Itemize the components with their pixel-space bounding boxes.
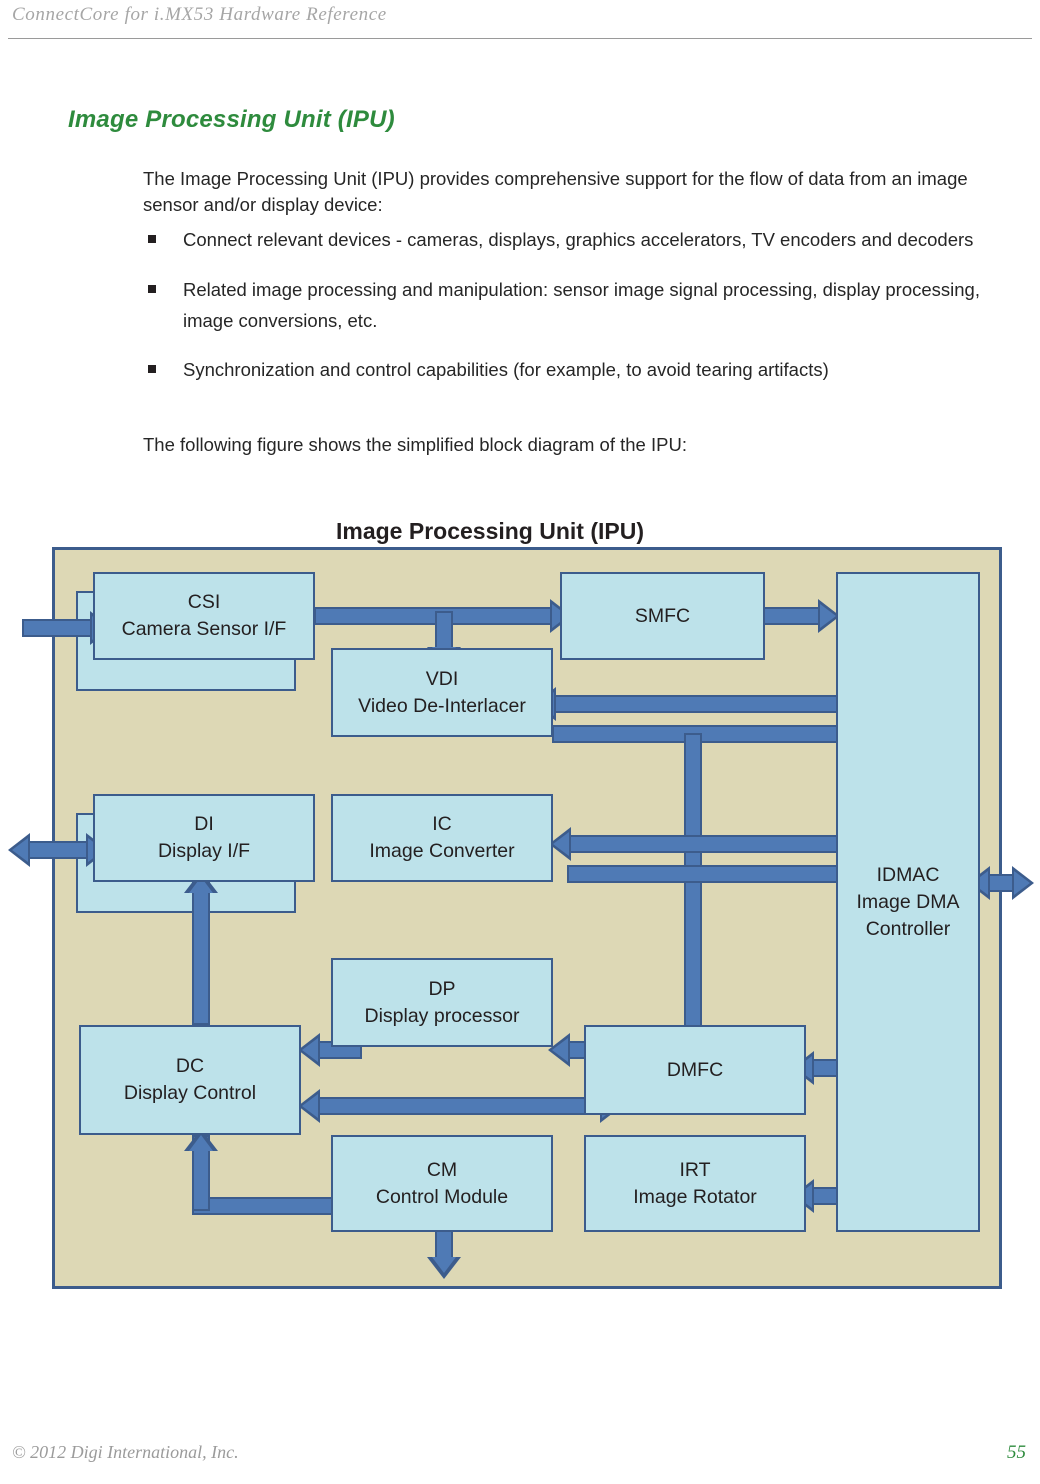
block-vdi-name: Video De-Interlacer (358, 694, 526, 717)
arrowhead-left (8, 833, 30, 867)
arrowhead-left (298, 1033, 320, 1067)
block-di-name: Display I/F (157, 840, 251, 862)
block-cm-name: Control Module (375, 1185, 509, 1208)
block-idmac-name-line2: Controller (865, 917, 951, 940)
block-dc-name: Display Control (123, 1082, 257, 1104)
list-item: Related image processing and manipulatio… (143, 274, 1023, 336)
block-dmfc[interactable]: DMFC (584, 1025, 806, 1115)
block-csi[interactable]: CSI Camera Sensor I/F (93, 572, 315, 660)
block-vdi[interactable]: VDI Video De-Interlacer (331, 648, 553, 737)
arrowhead-down (427, 1257, 461, 1279)
block-irt[interactable]: IRT Image Rotator (584, 1135, 806, 1232)
block-ic-abbr: IC (432, 813, 452, 835)
block-cm[interactable]: CM Control Module (331, 1135, 553, 1232)
arrow-dc-dmfc (314, 1097, 604, 1115)
block-csi-abbr: CSI (187, 591, 221, 613)
block-ic-name: Image Converter (369, 840, 515, 862)
figure-title: Image Processing Unit (IPU) (335, 518, 644, 544)
bullet-square-icon (148, 235, 156, 243)
section-heading: Image Processing Unit (IPU) (68, 106, 395, 133)
list-item-text: Related image processing and manipulatio… (183, 279, 980, 331)
arrow-idmac-to-ic (567, 835, 842, 853)
block-di[interactable]: DI Display I/F (93, 794, 315, 882)
header-divider (8, 38, 1032, 39)
list-item: Connect relevant devices - cameras, disp… (143, 224, 1023, 256)
arrow-external-to-csi (22, 619, 92, 637)
arrow-smfc-to-idmac (762, 607, 824, 625)
bullet-square-icon (148, 365, 156, 373)
block-dp-name: Display processor (364, 1004, 520, 1027)
copyright-notice: © 2012 Digi International, Inc. (12, 1442, 239, 1462)
list-item-text: Connect relevant devices - cameras, disp… (183, 229, 974, 250)
block-dc[interactable]: DC Display Control (79, 1025, 301, 1135)
block-ic[interactable]: IC Image Converter (331, 794, 553, 882)
block-vdi-abbr: VDI (425, 667, 459, 690)
figure-lead-in-text: The following figure shows the simplifie… (143, 434, 687, 455)
arrow-dc-to-di (192, 877, 210, 1025)
page-footer: © 2012 Digi International, Inc. 55 (0, 1436, 1040, 1476)
block-idmac-abbr: IDMAC (876, 863, 940, 886)
block-csi-name: Camera Sensor I/F (121, 618, 287, 640)
block-idmac-name-line1: Image DMA (856, 890, 960, 913)
page-number: 55 (1007, 1442, 1026, 1463)
block-irt-abbr: IRT (679, 1158, 711, 1181)
block-di-abbr: DI (194, 813, 214, 835)
block-dc-abbr: DC (175, 1055, 205, 1077)
arrowhead-left (298, 1089, 320, 1123)
bullet-square-icon (148, 285, 156, 293)
block-smfc[interactable]: SMFC (560, 572, 765, 660)
block-dp[interactable]: DP Display processor (331, 958, 553, 1047)
block-irt-name: Image Rotator (633, 1185, 757, 1208)
intro-paragraph: The Image Processing Unit (IPU) provides… (143, 168, 968, 215)
running-header-title: ConnectCore for i.MX53 Hardware Referenc… (12, 4, 387, 25)
arrow-di-external (22, 841, 90, 859)
list-item-text: Synchronization and control capabilities… (183, 359, 829, 380)
arrow-ic-to-idmac (567, 865, 842, 883)
block-idmac[interactable]: IDMAC Image DMA Controller (836, 572, 980, 1232)
feature-list: Connect relevant devices - cameras, disp… (143, 224, 1023, 404)
block-dmfc-abbr: DMFC (666, 1058, 724, 1081)
block-smfc-abbr: SMFC (634, 604, 691, 627)
page-header: ConnectCore for i.MX53 Hardware Referenc… (0, 0, 1040, 42)
block-dp-abbr: DP (428, 977, 456, 1000)
arrow-csi-to-smfc (314, 607, 554, 625)
arrow-idmac-to-vdi (552, 695, 842, 713)
ipu-figure: Image Processing Unit (IPU) CSI Camera S… (0, 510, 1040, 1330)
ipu-block-diagram: CSI Camera Sensor I/F SMFC VDI Video De-… (8, 547, 1034, 1289)
arrowhead-right (1012, 866, 1034, 900)
list-item: Synchronization and control capabilities… (143, 354, 1023, 386)
block-cm-abbr: CM (426, 1158, 458, 1181)
